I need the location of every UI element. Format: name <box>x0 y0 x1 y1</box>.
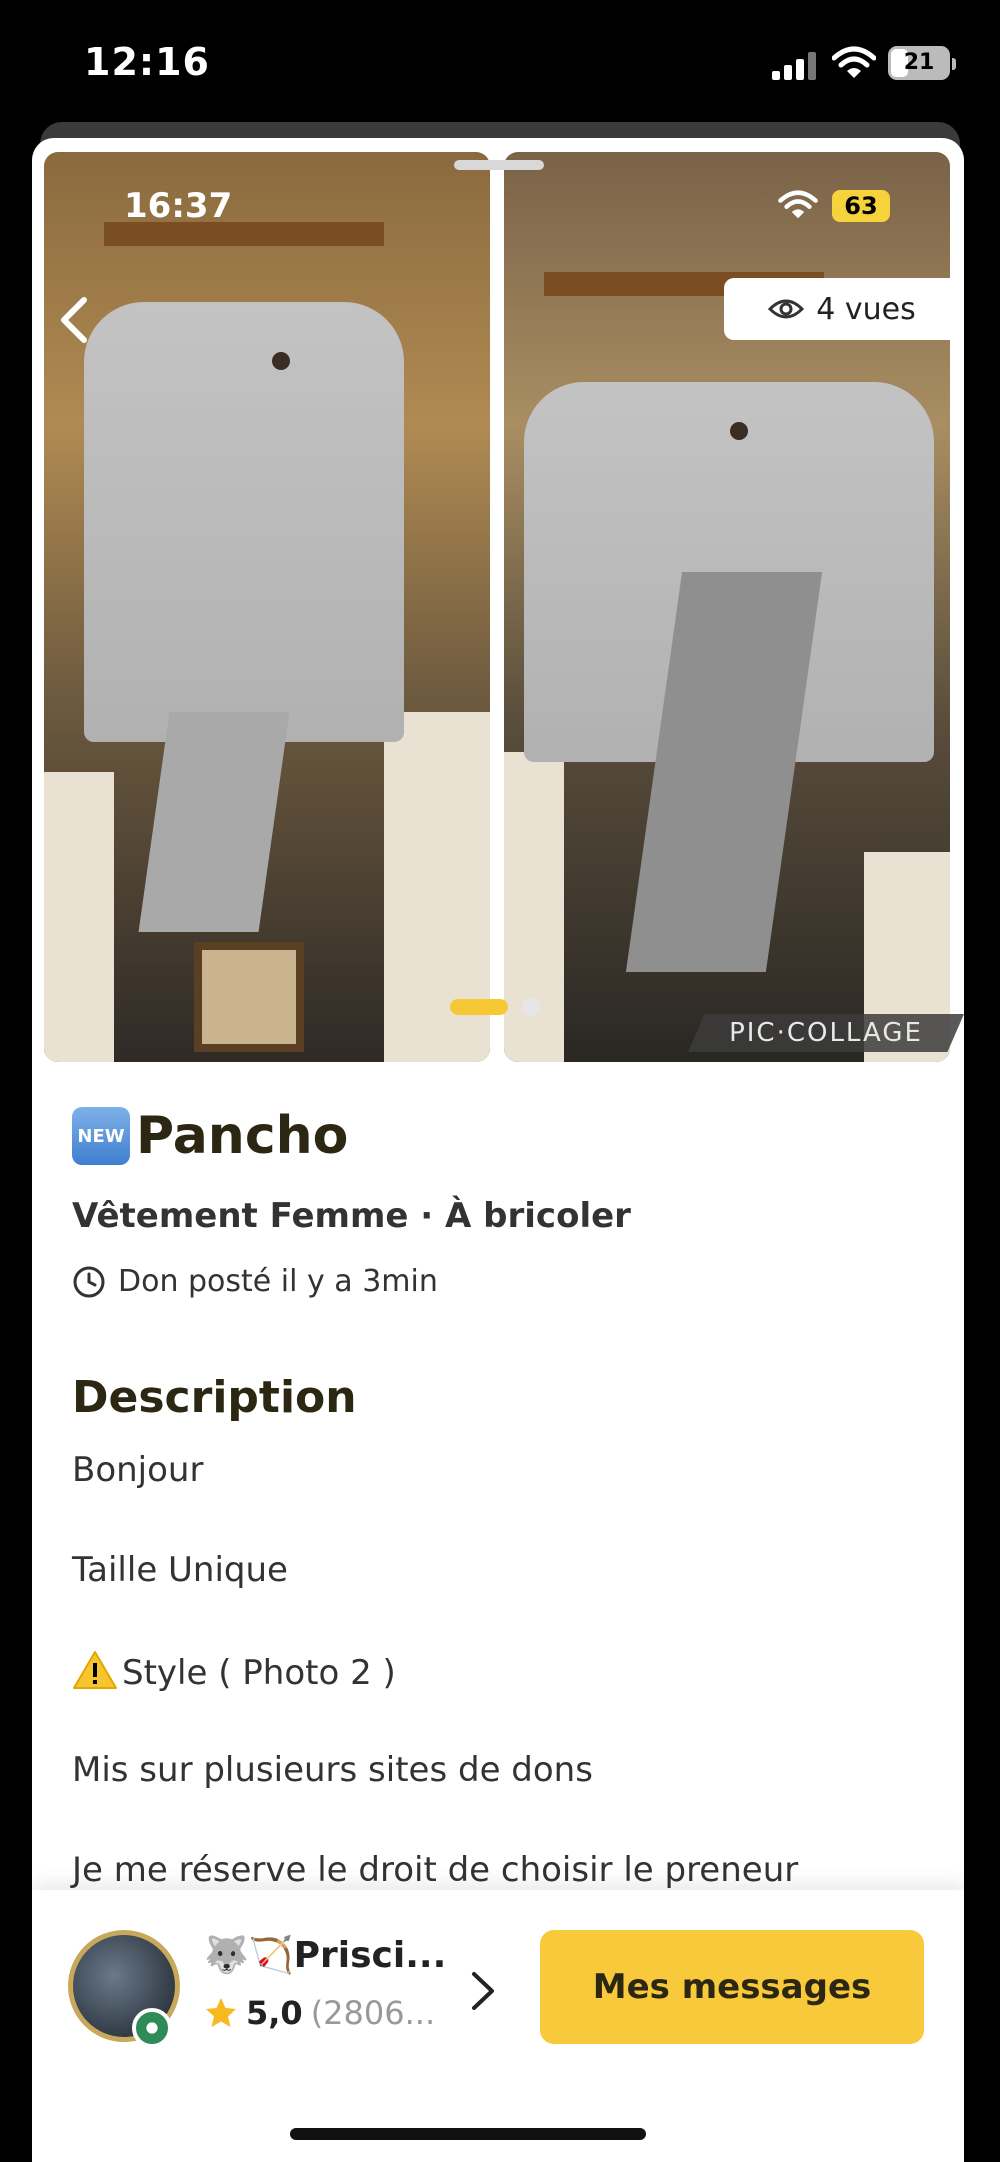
views-badge: 4 vues <box>724 278 960 340</box>
user-rating: 5,0 (2806... <box>204 1994 435 2032</box>
coat-drape <box>138 712 290 932</box>
description-line: Je me réserve le droit de choisir le pre… <box>72 1850 799 1890</box>
home-indicator[interactable] <box>290 2128 646 2140</box>
photo-battery: 63 <box>832 190 890 222</box>
battery-icon: 21 <box>888 46 956 80</box>
pagination-dot[interactable] <box>522 998 540 1016</box>
listing-sheet: 16:37 63 4 vues PIC·COLLAGE NEW Pancho V… <box>32 138 964 2162</box>
warning-icon <box>73 1651 117 1689</box>
rating-value: 5,0 <box>246 1994 303 2032</box>
pagination-dot-active[interactable] <box>450 999 508 1015</box>
rating-count: (2806... <box>310 1994 436 2032</box>
description-heading: Description <box>72 1372 357 1423</box>
battery-level: 21 <box>903 50 935 75</box>
status-bar: 12:16 21 <box>0 0 1000 120</box>
signal-icon <box>772 52 818 80</box>
eye-icon <box>768 299 805 319</box>
title-row: NEW Pancho <box>72 1106 348 1166</box>
listing-photo-1[interactable] <box>44 152 490 1062</box>
carousel-pagination[interactable] <box>450 998 540 1016</box>
status-time: 12:16 <box>84 40 210 84</box>
chevron-right-icon[interactable] <box>468 1968 498 2014</box>
star-icon <box>206 1998 236 2027</box>
back-chevron-icon[interactable] <box>52 290 96 350</box>
clock-icon <box>73 1266 105 1297</box>
verified-icon <box>132 2008 172 2048</box>
coat-button <box>730 422 748 440</box>
picture-frame <box>194 942 304 1052</box>
description-line: Taille Unique <box>72 1550 288 1590</box>
posted-time: Don posté il y a 3min <box>72 1264 438 1299</box>
user-name[interactable]: 🐺🏹Prisci... <box>204 1934 446 1976</box>
listing-title: Pancho <box>136 1106 349 1166</box>
description-line: Mis sur plusieurs sites de dons <box>72 1750 593 1790</box>
listing-category: Vêtement Femme · À bricoler <box>72 1196 631 1236</box>
description-line: Style ( Photo 2 ) <box>72 1650 396 1693</box>
photo-status-time: 16:37 <box>124 186 233 226</box>
collage-watermark: PIC·COLLAGE <box>688 1014 964 1052</box>
posted-text: Don posté il y a 3min <box>118 1264 438 1299</box>
my-messages-button[interactable]: Mes messages <box>540 1930 924 2044</box>
cabinet-door <box>44 772 114 1062</box>
new-badge: NEW <box>72 1107 130 1165</box>
description-line: Bonjour <box>72 1450 204 1490</box>
views-count: 4 vues <box>816 291 916 327</box>
wifi-icon <box>832 46 876 78</box>
sheet-grabber[interactable] <box>454 160 544 170</box>
coat-button <box>272 352 290 370</box>
coat <box>84 302 404 742</box>
photo-wifi-icon <box>778 190 818 219</box>
description-style-text: Style ( Photo 2 ) <box>122 1653 396 1693</box>
bottom-action-bar: 🐺🏹Prisci... 5,0 (2806... Mes messages <box>32 1890 964 2162</box>
